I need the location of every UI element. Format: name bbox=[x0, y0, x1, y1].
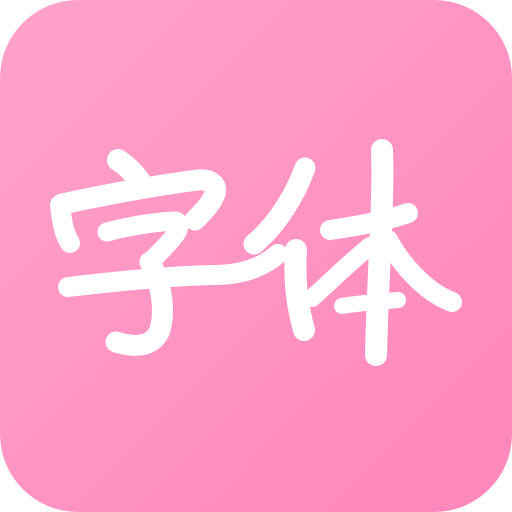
ti-wood-left-stroke bbox=[303, 237, 379, 307]
ti-wood-vertical-stroke bbox=[365, 139, 394, 366]
ti-person-slant-stroke bbox=[243, 157, 316, 255]
zi-roof-top-stroke bbox=[51, 169, 227, 231]
zi-child-top-stroke bbox=[97, 211, 189, 267]
app-icon[interactable]: 字体 bbox=[0, 0, 512, 512]
ti-wood-horizontal-stroke bbox=[320, 203, 418, 240]
ti-base-stroke bbox=[334, 292, 406, 314]
ti-person-vertical-stroke bbox=[284, 239, 315, 341]
zi-sweep-stroke bbox=[58, 244, 288, 297]
font-logo-glyphs bbox=[50, 139, 462, 366]
